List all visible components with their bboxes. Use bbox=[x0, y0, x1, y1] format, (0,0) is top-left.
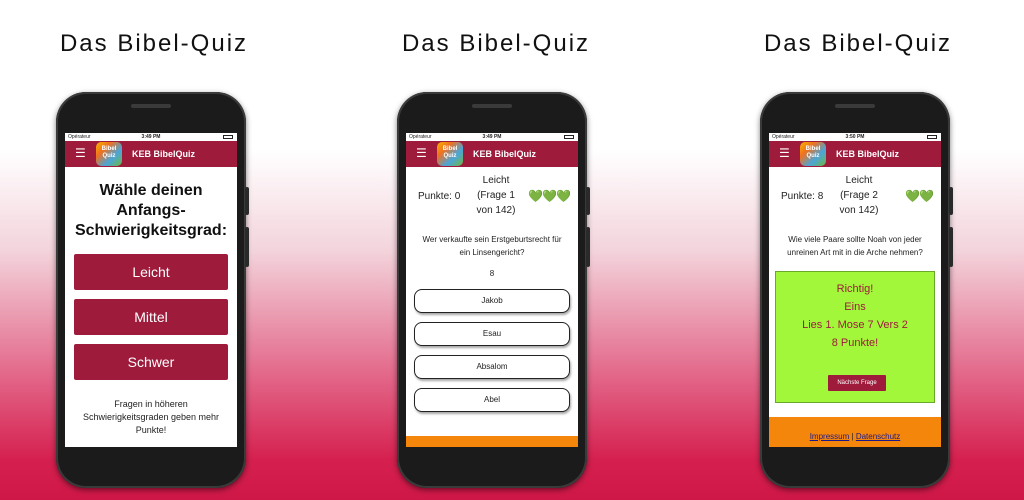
heading-2: Das Bibel-Quiz bbox=[401, 30, 591, 57]
logo-text-bottom: Quiz bbox=[806, 153, 820, 159]
difficulty-content: Wähle deinen Anfangs-Schwierigkeitsgrad:… bbox=[65, 181, 237, 437]
quiz-content: Punkte: 0 Leicht (Frage 1 von 142) 💚💚💚 W… bbox=[406, 167, 578, 412]
phone-1: Opérateur 3:49 PM ☰ Bibel Quiz KEB Bibel… bbox=[56, 92, 249, 488]
lives-hearts-icon: 💚💚💚 bbox=[528, 189, 571, 203]
question-total: von 142) bbox=[476, 205, 516, 216]
footer-links: Impressum | Datenschutz bbox=[769, 432, 941, 441]
result-reference: Lies 1. Mose 7 Vers 2 bbox=[802, 319, 908, 331]
phone-3: Opérateur 3:50 PM ☰ Bibel Quiz KEB Bibel… bbox=[760, 92, 953, 488]
side-button bbox=[949, 187, 953, 215]
answer-button[interactable]: Esau bbox=[414, 322, 570, 346]
level-info: Leicht (Frage 1 von 142) bbox=[470, 173, 522, 218]
points-note: Fragen in höheren Schwierigkeitsgraden g… bbox=[82, 399, 220, 435]
side-button bbox=[586, 187, 590, 215]
question-total: von 142) bbox=[839, 205, 879, 216]
score-label: Punkte: 8 bbox=[781, 191, 824, 202]
level-info: Leicht (Frage 2 von 142) bbox=[833, 173, 885, 218]
datenschutz-link[interactable]: Datenschutz bbox=[856, 432, 900, 441]
level-name: Leicht bbox=[845, 175, 873, 186]
hamburger-menu-icon[interactable]: ☰ bbox=[416, 147, 427, 159]
footer-bar bbox=[406, 436, 578, 447]
hard-button[interactable]: Schwer bbox=[74, 344, 228, 380]
footer-separator: | bbox=[851, 432, 854, 441]
side-button bbox=[245, 227, 249, 267]
app-logo: Bibel Quiz bbox=[96, 142, 122, 166]
medium-button[interactable]: Mittel bbox=[74, 299, 228, 335]
status-bar: Opérateur 3:50 PM bbox=[769, 133, 941, 141]
impressum-link[interactable]: Impressum bbox=[810, 432, 850, 441]
hamburger-menu-icon[interactable]: ☰ bbox=[779, 147, 790, 159]
app-bar: ☰ Bibel Quiz KEB BibelQuiz bbox=[406, 141, 578, 167]
phone-2: Opérateur 3:49 PM ☰ Bibel Quiz KEB Bibel… bbox=[397, 92, 590, 488]
app-logo: Bibel Quiz bbox=[437, 142, 463, 166]
app-title: KEB BibelQuiz bbox=[836, 149, 900, 159]
question-text: Wer verkaufte sein Erstgeburtsrecht für … bbox=[422, 235, 562, 257]
score-row: Punkte: 0 Leicht (Frage 1 von 142) 💚💚💚 bbox=[406, 167, 578, 227]
speaker bbox=[131, 104, 171, 108]
app-title: KEB BibelQuiz bbox=[473, 149, 537, 159]
clock: 3:50 PM bbox=[845, 134, 865, 140]
logo-text-top: Bibel bbox=[101, 146, 117, 152]
question-text: Wie viele Paare sollte Noah von jeder un… bbox=[787, 235, 923, 257]
clock: 3:49 PM bbox=[482, 134, 502, 140]
answer-button[interactable]: Abel bbox=[414, 388, 570, 412]
status-bar: Opérateur 3:49 PM bbox=[406, 133, 578, 141]
answer-button[interactable]: Absalom bbox=[414, 355, 570, 379]
result-panel: Richtig! Eins Lies 1. Mose 7 Vers 2 8 Pu… bbox=[775, 271, 935, 403]
side-button bbox=[586, 227, 590, 267]
app-bar: ☰ Bibel Quiz KEB BibelQuiz bbox=[769, 141, 941, 167]
speaker bbox=[472, 104, 512, 108]
level-name: Leicht bbox=[482, 175, 510, 186]
result-content: Punkte: 8 Leicht (Frage 2 von 142) 💚💚 Wi… bbox=[769, 167, 941, 403]
clock: 3:49 PM bbox=[141, 134, 161, 140]
logo-text-bottom: Quiz bbox=[102, 153, 116, 159]
logo-text-bottom: Quiz bbox=[443, 153, 457, 159]
app-logo: Bibel Quiz bbox=[800, 142, 826, 166]
question-points: 8 bbox=[489, 269, 495, 278]
result-points: 8 Punkte! bbox=[831, 337, 879, 349]
screen: Opérateur 3:49 PM ☰ Bibel Quiz KEB Bibel… bbox=[406, 133, 578, 447]
easy-button[interactable]: Leicht bbox=[74, 254, 228, 290]
result-verdict: Richtig! bbox=[836, 283, 874, 295]
logo-text-top: Bibel bbox=[442, 146, 458, 152]
hamburger-menu-icon[interactable]: ☰ bbox=[75, 147, 86, 159]
question-counter: (Frage 2 bbox=[840, 190, 878, 201]
heading-1: Das Bibel-Quiz bbox=[59, 30, 249, 57]
side-button bbox=[949, 227, 953, 267]
score-row: Punkte: 8 Leicht (Frage 2 von 142) 💚💚 bbox=[769, 167, 941, 227]
difficulty-title: Wähle deinen Anfangs-Schwierigkeitsgrad: bbox=[74, 182, 228, 239]
screen: Opérateur 3:50 PM ☰ Bibel Quiz KEB Bibel… bbox=[769, 133, 941, 447]
logo-text-top: Bibel bbox=[805, 146, 821, 152]
answer-button[interactable]: Jakob bbox=[414, 289, 570, 313]
result-answer: Eins bbox=[844, 301, 866, 313]
next-question-button[interactable]: Nächste Frage bbox=[828, 375, 886, 391]
battery-icon bbox=[564, 135, 574, 139]
lives-hearts-icon: 💚💚 bbox=[905, 189, 934, 203]
app-bar: ☰ Bibel Quiz KEB BibelQuiz bbox=[65, 141, 237, 167]
battery-icon bbox=[927, 135, 937, 139]
speaker bbox=[835, 104, 875, 108]
question-counter: (Frage 1 bbox=[477, 190, 515, 201]
heading-3: Das Bibel-Quiz bbox=[763, 30, 953, 57]
score-label: Punkte: 0 bbox=[418, 191, 461, 202]
side-button bbox=[245, 187, 249, 215]
status-bar: Opérateur 3:49 PM bbox=[65, 133, 237, 141]
battery-icon bbox=[223, 135, 233, 139]
app-title: KEB BibelQuiz bbox=[132, 149, 196, 159]
screen: Opérateur 3:49 PM ☰ Bibel Quiz KEB Bibel… bbox=[65, 133, 237, 447]
footer-bar: Impressum | Datenschutz bbox=[769, 417, 941, 447]
